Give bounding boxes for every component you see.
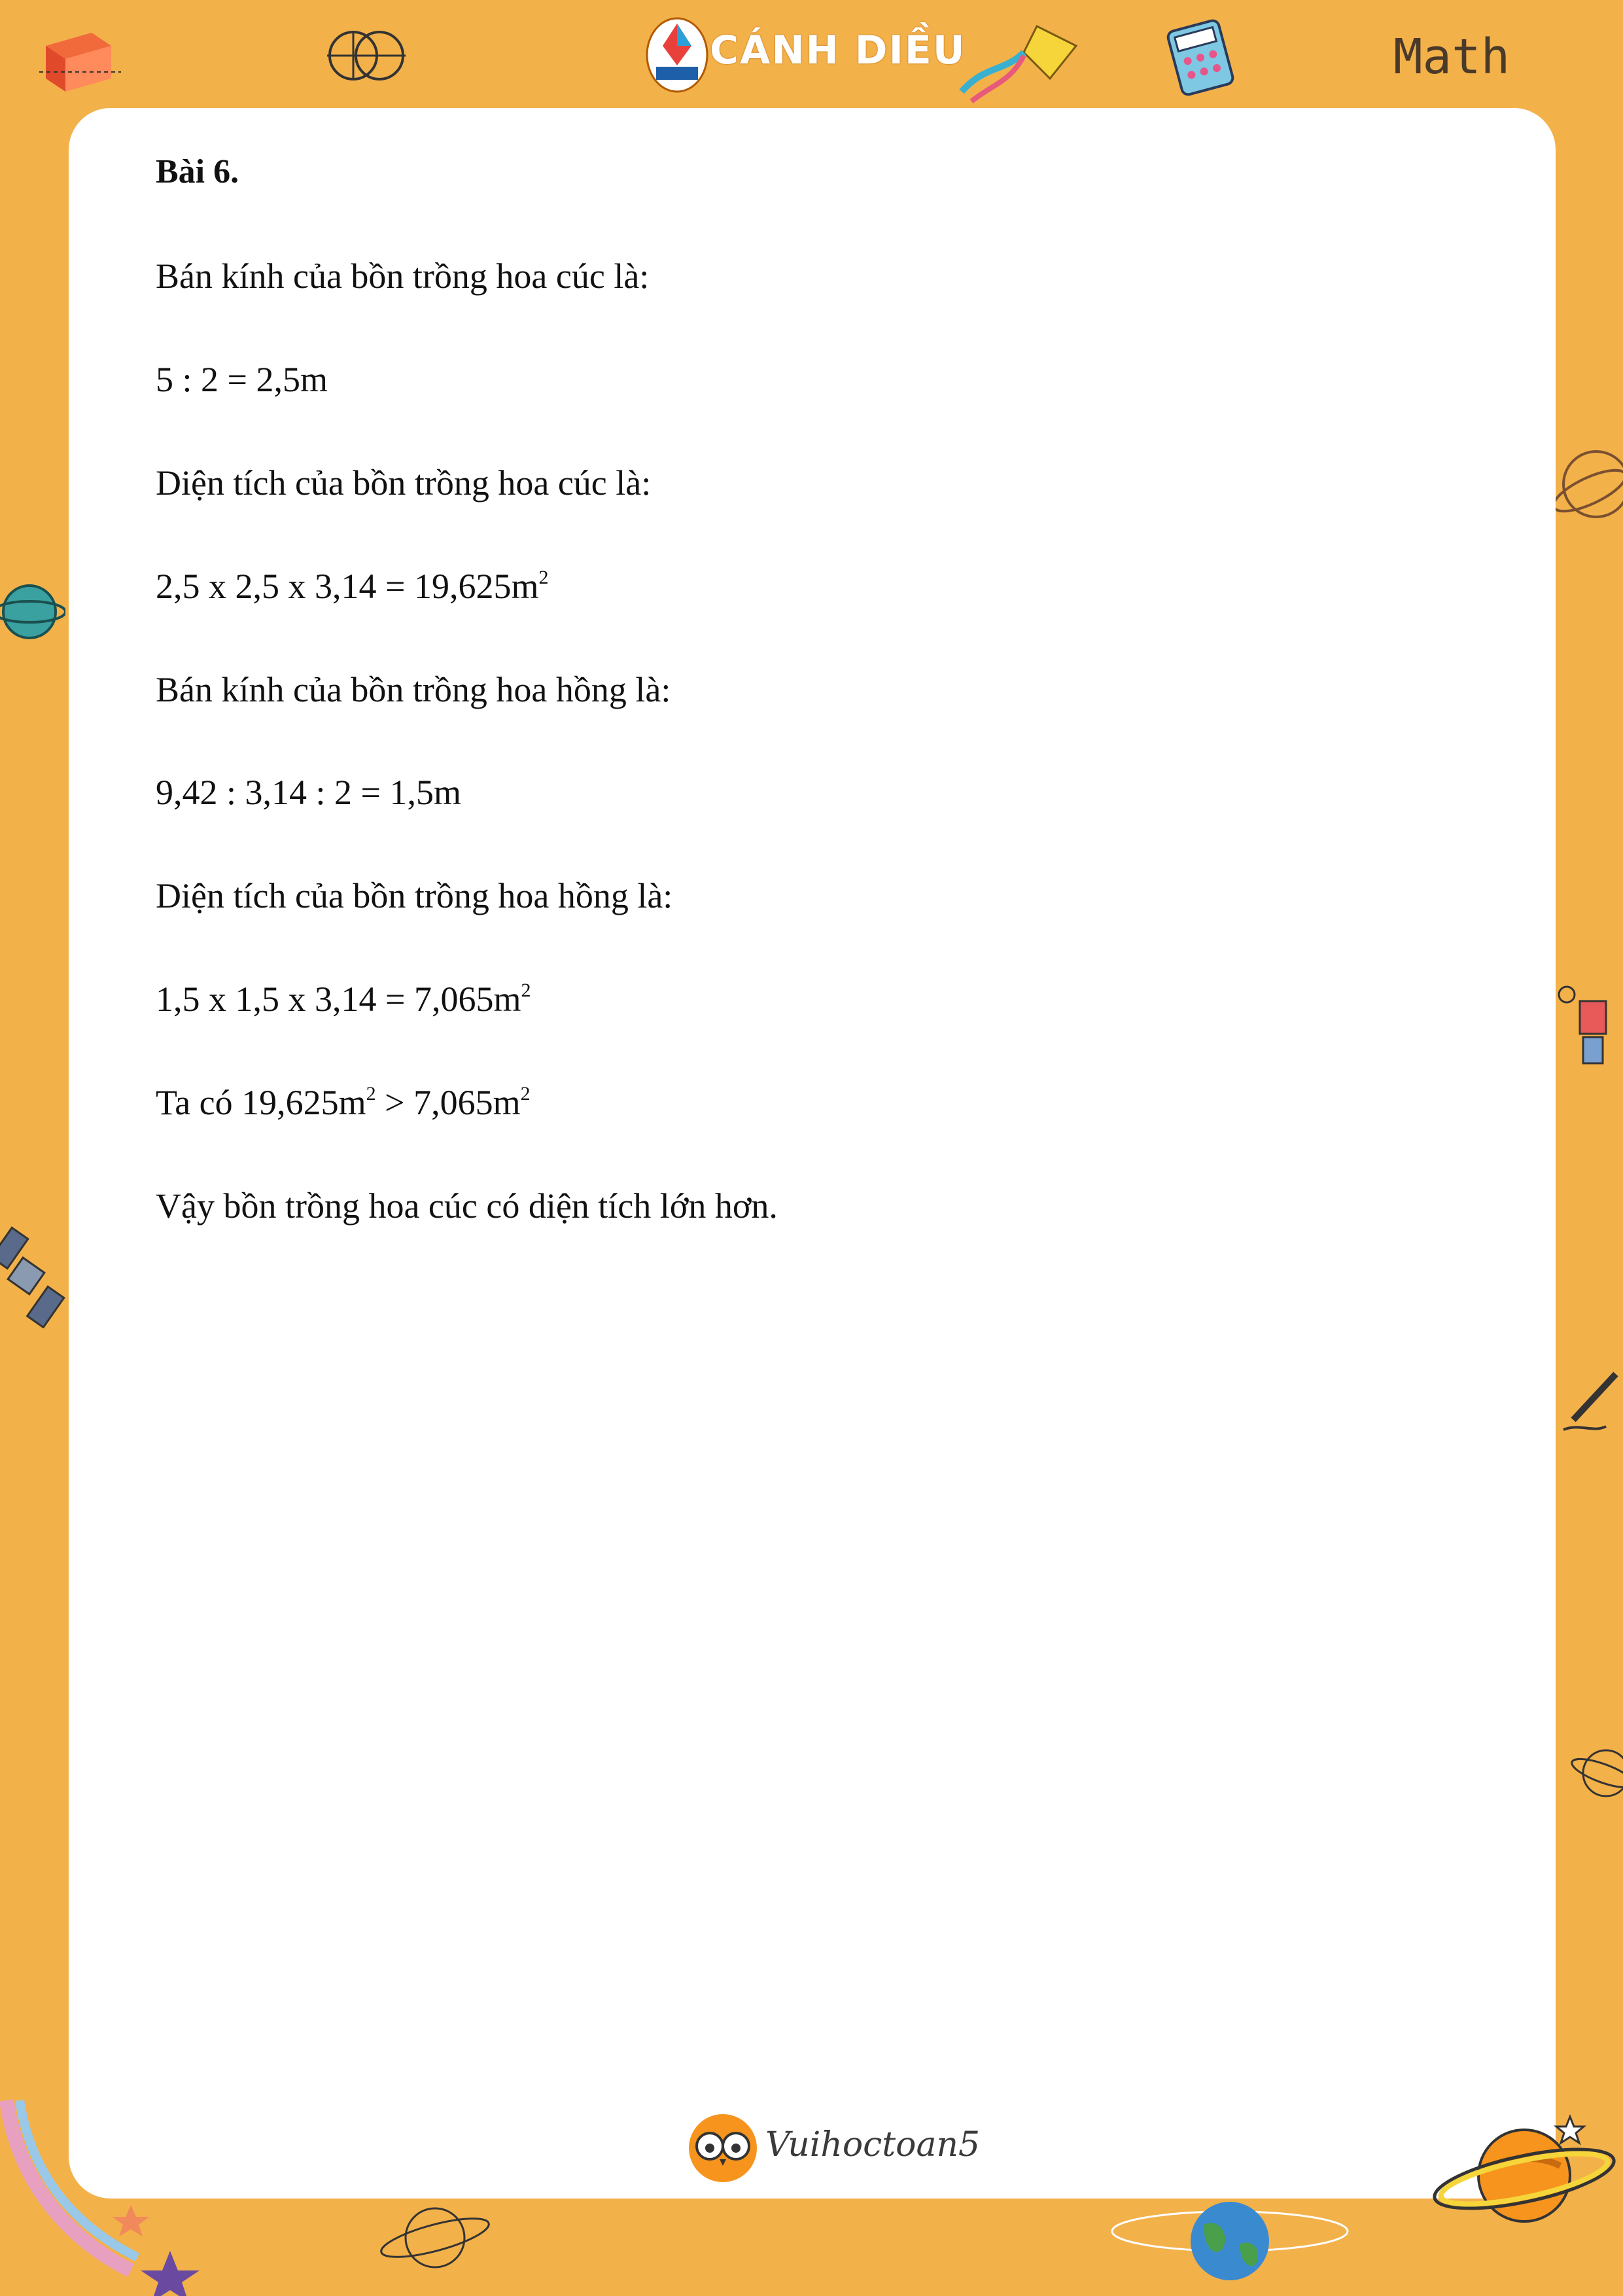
satellite-left-icon	[0, 1226, 65, 1328]
kite-icon	[959, 24, 1078, 104]
solution-line: Bán kính của bồn trồng hoa cúc là:	[156, 256, 650, 296]
planet-icon	[0, 584, 65, 639]
canh-dieu-logo	[646, 17, 708, 93]
venn-diagram-icon	[327, 31, 406, 80]
exercise-title: Bài 6.	[156, 153, 239, 190]
solution-line: 5 : 2 = 2,5m	[156, 360, 328, 400]
planet-outline-icon	[1552, 450, 1623, 518]
solution-line: Bán kính của bồn trồng hoa hồng là:	[156, 669, 671, 709]
planet-right-icon	[1571, 1749, 1623, 1797]
book-icon	[39, 33, 121, 92]
calculator-icon	[1166, 19, 1234, 96]
satellite-icon	[1558, 985, 1607, 1065]
lesson-content: Bài 6. Bán kính của bồn trồng hoa cúc là…	[156, 152, 1464, 1288]
owl-logo	[689, 2114, 757, 2182]
header-bar: CÁNH DIỀU Math	[0, 0, 1623, 108]
conclusion-line: Vậy bồn trồng hoa cúc có diện tích lớn h…	[156, 1186, 778, 1226]
footer-brand: Vuihoctoan5	[765, 2125, 981, 2164]
planet-bottom-icon	[380, 2207, 490, 2269]
solution-line: 9,42 : 3,14 : 2 = 1,5m	[156, 773, 461, 813]
solution-line: Diện tích của bồn trồng hoa hồng là:	[156, 876, 673, 916]
pencil-icon	[1563, 1371, 1618, 1431]
shooting-star-icon	[0, 2099, 200, 2296]
math-label: Math	[1393, 29, 1510, 85]
brand-title: CÁNH DIỀU	[710, 27, 966, 73]
saturn-icon	[1433, 2113, 1616, 2223]
globe-icon	[1111, 2202, 1349, 2280]
solution-line: Diện tích của bồn trồng hoa cúc là:	[156, 463, 652, 503]
solution-line: Ta có 19,625m2 > 7,065m2	[156, 1082, 531, 1122]
solution-line: 1,5 x 1,5 x 3,14 = 7,065m2	[156, 979, 531, 1019]
solution-line: 2,5 x 2,5 x 3,14 = 19,625m2	[156, 566, 549, 606]
